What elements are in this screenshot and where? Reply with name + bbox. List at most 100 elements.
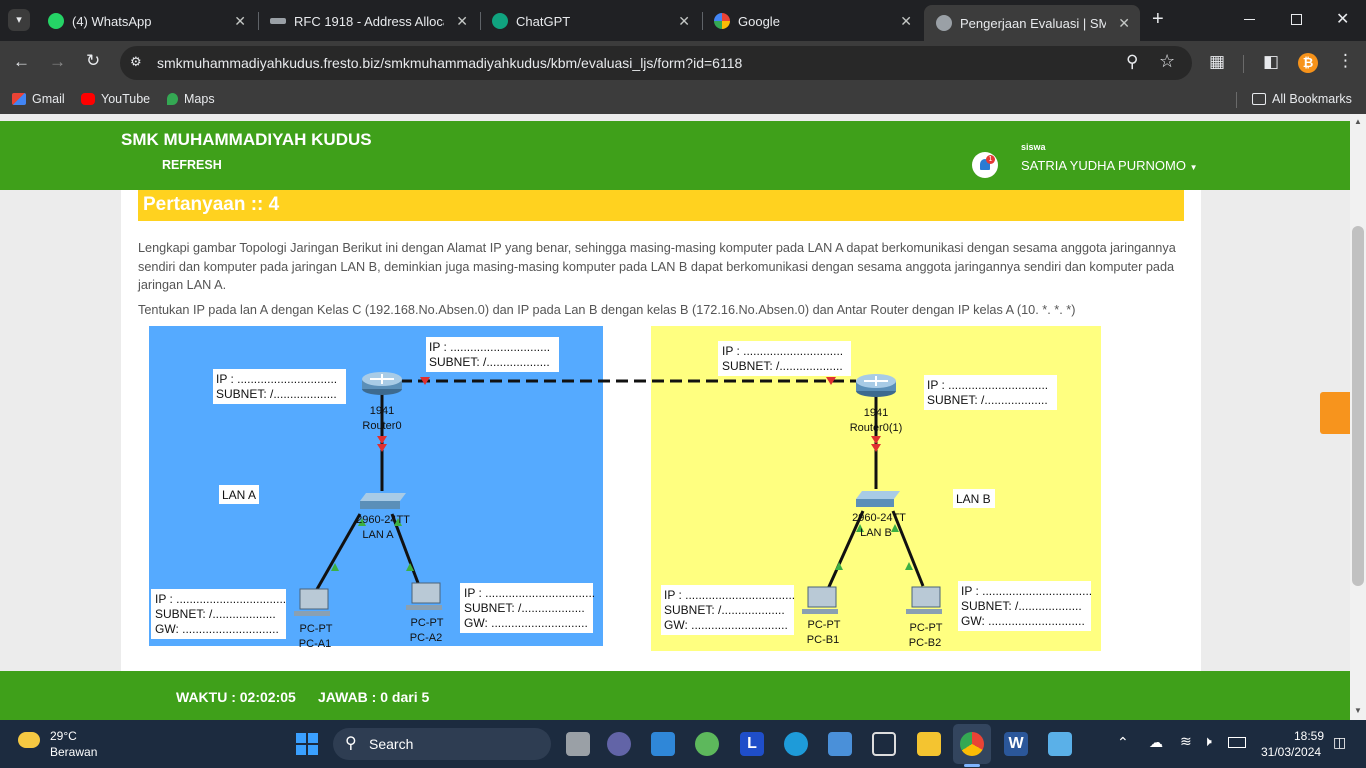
url-text[interactable]: smkmuhammadiyahkudus.fresto.biz/smkmuham… [157, 55, 742, 71]
chrome-icon[interactable] [960, 732, 984, 756]
router-a-ip: IP : .............................. [216, 372, 337, 386]
close-tab-icon[interactable]: ✕ [456, 13, 468, 30]
tab-strip: ▾ (4) WhatsApp ✕ RFC 1918 - Address Allo… [0, 0, 1366, 41]
tab-evaluasi[interactable]: Pengerjaan Evaluasi | SMK M ✕ [924, 5, 1140, 41]
edge-icon[interactable] [784, 732, 808, 756]
bookmark-star-icon[interactable]: ☆ [1159, 51, 1175, 72]
timer: WAKTU : 02:02:05 [176, 689, 296, 705]
close-window-icon[interactable]: ✕ [1336, 9, 1349, 29]
bookmark-maps[interactable]: Maps [167, 92, 215, 106]
school-name: SMK MUHAMMADIYAH KUDUS [121, 130, 372, 149]
floating-side-button[interactable] [1320, 392, 1350, 434]
user-name: SATRIA YUDHA PURNOMO [1021, 158, 1186, 173]
l-app-icon[interactable]: L [740, 732, 764, 756]
pc-b1-subnet: SUBNET: /................... [664, 603, 785, 617]
notification-bell-icon[interactable]: 1 [972, 152, 998, 178]
all-bookmarks[interactable]: All Bookmarks [1252, 92, 1352, 106]
refresh-link[interactable]: REFRESH [162, 158, 222, 172]
side-panel-icon[interactable]: ◧ [1263, 52, 1279, 72]
maps-icon [167, 93, 178, 105]
pc-a2-subnet: SUBNET: /................... [464, 601, 585, 615]
word-icon[interactable]: W [1004, 732, 1028, 756]
router-a-subnet: SUBNET: /................... [216, 387, 337, 401]
tab-whatsapp[interactable]: (4) WhatsApp ✕ [36, 6, 256, 36]
wan-a-subnet: SUBNET: /................... [429, 355, 550, 369]
photos-icon[interactable] [695, 732, 719, 756]
wifi-icon[interactable]: ≋ [1180, 733, 1192, 750]
back-icon[interactable]: ← [13, 52, 30, 72]
extensions-icon[interactable]: ▦ [1209, 52, 1225, 72]
router-b-icon [856, 374, 896, 397]
start-icon[interactable] [296, 733, 318, 755]
scroll-down-icon[interactable]: ▼ [1354, 706, 1362, 715]
close-tab-icon[interactable]: ✕ [678, 13, 690, 30]
gmail-icon [12, 93, 26, 105]
pc-a2-type: PC-PT [411, 617, 444, 629]
clock-time[interactable]: 18:59 [1294, 729, 1324, 743]
close-tab-icon[interactable]: ✕ [1118, 15, 1130, 32]
lan-b-label: LAN B [956, 492, 991, 506]
page-scrollbar[interactable]: ▲ ▼ [1350, 114, 1366, 720]
search-label: Search [369, 736, 414, 752]
pc-b1-ip: IP : ................................. [664, 588, 795, 602]
remote-desktop-icon[interactable] [828, 732, 852, 756]
teams-icon[interactable] [607, 732, 631, 756]
bookmark-youtube[interactable]: YouTube [81, 92, 150, 106]
task-view-icon[interactable] [566, 732, 590, 756]
router-a-model: 1941 [370, 405, 394, 417]
close-tab-icon[interactable]: ✕ [900, 13, 912, 30]
clock-date[interactable]: 31/03/2024 [1261, 745, 1321, 759]
switch-a-model: 2960-24TT [356, 514, 410, 526]
wan-a-ip: IP : .............................. [429, 340, 550, 354]
minimize-icon[interactable] [1244, 19, 1255, 20]
question-text: Lengkapi gambar Topologi Jaringan Beriku… [138, 241, 1176, 292]
pc-a2-ip: IP : ................................. [464, 586, 595, 600]
scrollbar-thumb[interactable] [1352, 226, 1364, 586]
switch-b-name: LAN B [860, 527, 892, 539]
wan-b-subnet: SUBNET: /................... [722, 359, 843, 373]
address-bar[interactable]: ⚙ smkmuhammadiyahkudus.fresto.biz/smkmuh… [120, 46, 1192, 80]
toolbar-divider [1243, 55, 1244, 73]
zoom-icon[interactable]: ⚲ [1126, 52, 1138, 72]
folder-icon [1252, 93, 1266, 105]
new-tab-icon[interactable]: + [1152, 8, 1164, 31]
close-tab-icon[interactable]: ✕ [234, 13, 246, 30]
reload-icon[interactable]: ↻ [86, 51, 100, 71]
store-icon[interactable] [651, 732, 675, 756]
3d-icon[interactable] [872, 732, 896, 756]
tab-rfc1918[interactable]: RFC 1918 - Address Allocatio ✕ [258, 6, 478, 36]
wan-b-ip: IP : .............................. [722, 344, 843, 358]
pc-b1-gw: GW: ............................. [664, 618, 788, 632]
pc-a1-ip: IP : ................................. [155, 592, 286, 606]
restore-icon[interactable] [1291, 14, 1302, 25]
tab-google[interactable]: Google ✕ [702, 6, 922, 36]
forward-icon[interactable]: → [49, 52, 66, 72]
notifications-icon[interactable]: ◫ [1333, 734, 1346, 751]
question-title: Pertanyaan :: 4 [143, 194, 280, 215]
tab-search-button[interactable]: ▾ [8, 9, 30, 31]
router-b-ip: IP : .............................. [927, 378, 1048, 392]
router-a-icon [362, 372, 402, 395]
volume-icon[interactable]: 🕨 [1203, 733, 1212, 750]
battery-icon[interactable] [1228, 737, 1246, 748]
network-icon[interactable]: ☁ [1149, 734, 1163, 751]
scroll-up-icon[interactable]: ▲ [1354, 117, 1362, 126]
browser-toolbar: ← → ↻ ⚙ smkmuhammadiyahkudus.fresto.biz/… [0, 41, 1366, 86]
bookmarks-divider [1236, 92, 1237, 108]
user-menu[interactable]: SATRIA YUDHA PURNOMO ▼ [1021, 158, 1197, 173]
caret-down-icon: ▼ [1189, 163, 1198, 172]
notepad-icon[interactable] [1048, 732, 1072, 756]
menu-icon[interactable]: ⋮ [1337, 51, 1354, 71]
taskbar-search[interactable]: ⚲ Search [333, 728, 551, 760]
bookmark-gmail[interactable]: Gmail [12, 92, 65, 106]
profile-avatar[interactable]: ₿ [1298, 53, 1318, 73]
google-icon [714, 13, 730, 29]
weather-icon[interactable] [18, 732, 40, 748]
tab-chatgpt[interactable]: ChatGPT ✕ [480, 6, 700, 36]
chrome-active-indicator [964, 764, 980, 767]
file-explorer-icon[interactable] [917, 732, 941, 756]
globe-icon [936, 15, 952, 31]
tray-chevron-icon[interactable]: ⌃ [1117, 734, 1129, 751]
site-info-icon[interactable]: ⚙ [130, 54, 142, 70]
switch-a-icon [360, 493, 406, 509]
